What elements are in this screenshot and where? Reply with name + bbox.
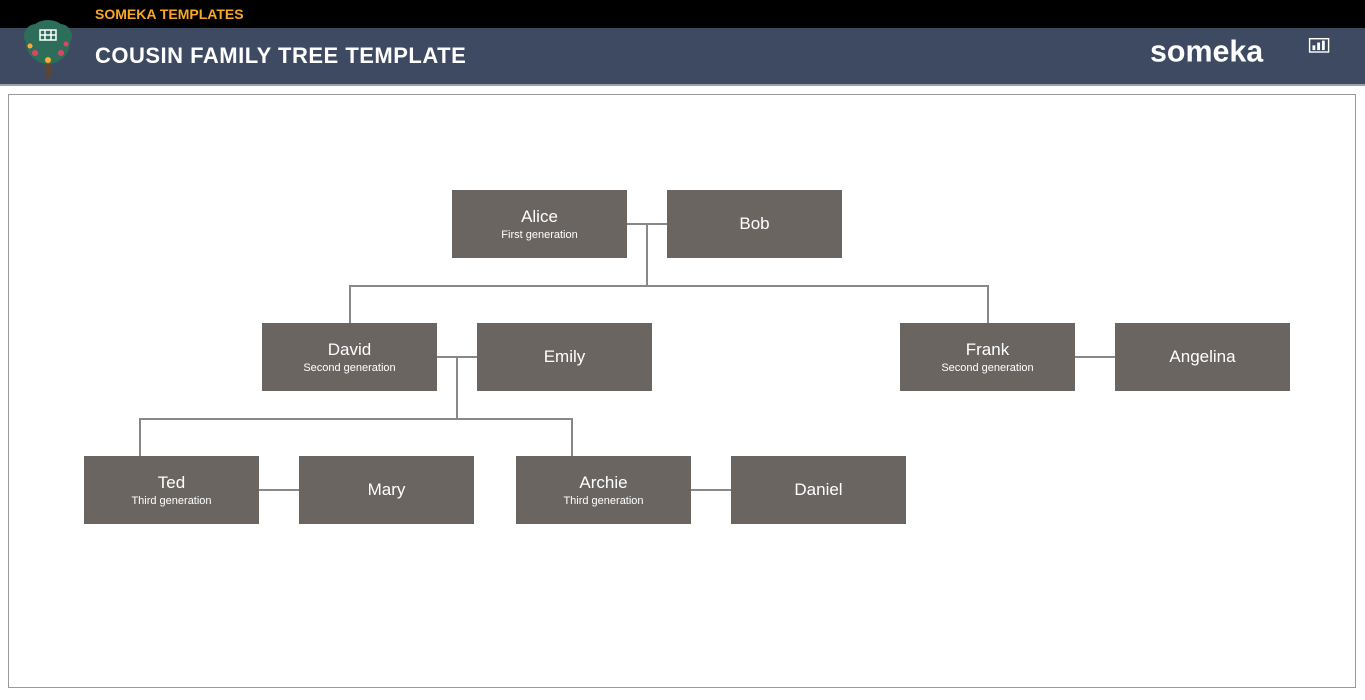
node-david[interactable]: David Second generation bbox=[262, 323, 437, 391]
page-title: COUSIN FAMILY TREE TEMPLATE bbox=[95, 43, 466, 69]
connector bbox=[987, 285, 989, 323]
node-alice[interactable]: Alice First generation bbox=[452, 190, 627, 258]
svg-text:someka: someka bbox=[1150, 35, 1264, 69]
node-name: Ted bbox=[158, 473, 185, 493]
node-name: Archie bbox=[579, 473, 627, 493]
connector bbox=[259, 489, 299, 491]
connector bbox=[139, 418, 573, 420]
node-name: Emily bbox=[544, 347, 586, 367]
connector bbox=[456, 356, 458, 418]
node-name: Angelina bbox=[1169, 347, 1235, 367]
top-bar: SOMEKA TEMPLATES bbox=[0, 0, 1365, 28]
diagram-canvas[interactable]: Alice First generation Bob David Second … bbox=[8, 94, 1356, 688]
node-sub: Third generation bbox=[563, 495, 643, 507]
node-name: Frank bbox=[966, 340, 1009, 360]
connector bbox=[139, 418, 141, 456]
node-name: David bbox=[328, 340, 371, 360]
header: COUSIN FAMILY TREE TEMPLATE someka bbox=[0, 28, 1365, 86]
node-angelina[interactable]: Angelina bbox=[1115, 323, 1290, 391]
node-name: Alice bbox=[521, 207, 558, 227]
top-bar-label: SOMEKA TEMPLATES bbox=[95, 6, 244, 22]
node-frank[interactable]: Frank Second generation bbox=[900, 323, 1075, 391]
node-daniel[interactable]: Daniel bbox=[731, 456, 906, 524]
node-mary[interactable]: Mary bbox=[299, 456, 474, 524]
node-archie[interactable]: Archie Third generation bbox=[516, 456, 691, 524]
node-sub: First generation bbox=[501, 229, 577, 241]
brand-logo: someka bbox=[1145, 33, 1345, 79]
connector bbox=[646, 223, 648, 285]
node-ted[interactable]: Ted Third generation bbox=[84, 456, 259, 524]
connector bbox=[571, 418, 573, 456]
node-sub: Second generation bbox=[303, 362, 395, 374]
node-sub: Second generation bbox=[941, 362, 1033, 374]
connector bbox=[691, 489, 731, 491]
connector bbox=[349, 285, 989, 287]
node-sub: Third generation bbox=[131, 495, 211, 507]
tree-icon bbox=[18, 8, 78, 80]
node-bob[interactable]: Bob bbox=[667, 190, 842, 258]
connector bbox=[349, 285, 351, 323]
node-name: Mary bbox=[368, 480, 406, 500]
node-name: Bob bbox=[739, 214, 769, 234]
node-name: Daniel bbox=[794, 480, 842, 500]
node-emily[interactable]: Emily bbox=[477, 323, 652, 391]
connector bbox=[1075, 356, 1115, 358]
